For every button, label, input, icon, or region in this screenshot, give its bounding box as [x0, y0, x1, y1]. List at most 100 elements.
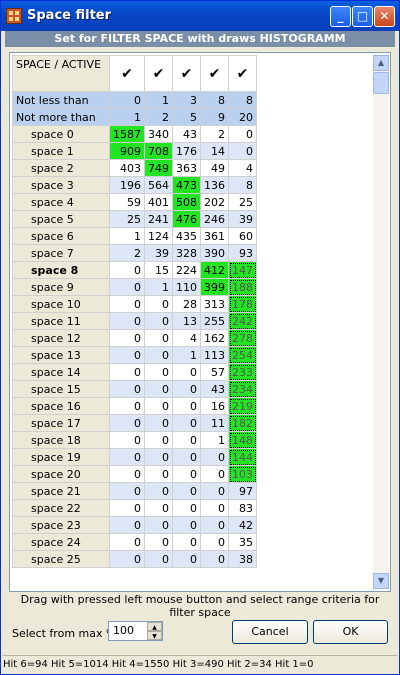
- histogram-cell[interactable]: 246: [200, 210, 229, 228]
- space-row[interactable]: space 12 0 0 4 162 278: [12, 329, 257, 347]
- histogram-cell[interactable]: 1587: [109, 125, 145, 143]
- config-value-cell[interactable]: 1: [144, 91, 173, 109]
- histogram-cell[interactable]: 0: [109, 465, 145, 483]
- space-row[interactable]: space 20 0 0 0 0 103: [12, 465, 257, 483]
- histogram-cell[interactable]: 147: [228, 261, 257, 279]
- histogram-cell[interactable]: 0: [144, 431, 173, 449]
- title-bar[interactable]: Space filter _ □ ✕: [1, 1, 399, 31]
- histogram-cell[interactable]: 0: [144, 516, 173, 534]
- space-row[interactable]: space 18 0 0 0 1 148: [12, 431, 257, 449]
- histogram-cell[interactable]: 15: [144, 261, 173, 279]
- histogram-cell[interactable]: 196: [109, 176, 145, 194]
- histogram-cell[interactable]: 233: [228, 363, 257, 381]
- histogram-cell[interactable]: 0: [200, 533, 229, 551]
- histogram-cell[interactable]: 1: [172, 346, 201, 364]
- active-check-icon[interactable]: ✔: [109, 55, 145, 92]
- histogram-cell[interactable]: 176: [172, 142, 201, 160]
- histogram-cell[interactable]: 25: [109, 210, 145, 228]
- histogram-cell[interactable]: 103: [228, 465, 257, 483]
- histogram-cell[interactable]: 0: [172, 499, 201, 517]
- histogram-cell[interactable]: 43: [172, 125, 201, 143]
- config-value-cell[interactable]: 3: [172, 91, 201, 109]
- histogram-cell[interactable]: 0: [144, 533, 173, 551]
- histogram-cell[interactable]: 0: [144, 448, 173, 466]
- histogram-cell[interactable]: 361: [200, 227, 229, 245]
- histogram-cell[interactable]: 162: [200, 329, 229, 347]
- histogram-cell[interactable]: 219: [228, 397, 257, 415]
- histogram-cell[interactable]: 38: [228, 550, 257, 568]
- space-row[interactable]: space 5 25 241 476 246 39: [12, 210, 257, 228]
- histogram-cell[interactable]: 0: [109, 363, 145, 381]
- histogram-cell[interactable]: 1: [144, 278, 173, 296]
- histogram-cell[interactable]: 136: [200, 176, 229, 194]
- histogram-cell[interactable]: 0: [172, 516, 201, 534]
- space-row[interactable]: space 19 0 0 0 0 144: [12, 448, 257, 466]
- maximize-icon[interactable]: □: [352, 6, 373, 27]
- close-icon[interactable]: ✕: [374, 6, 395, 27]
- histogram-cell[interactable]: 59: [109, 193, 145, 211]
- histogram-cell[interactable]: 14: [200, 142, 229, 160]
- histogram-cell[interactable]: 278: [228, 329, 257, 347]
- histogram-cell[interactable]: 363: [172, 159, 201, 177]
- active-check-icon[interactable]: ✔: [228, 55, 257, 92]
- histogram-cell[interactable]: 508: [172, 193, 201, 211]
- space-row[interactable]: space 0 1587 340 43 2 0: [12, 125, 257, 143]
- config-value-cell[interactable]: 8: [200, 91, 229, 109]
- histogram-cell[interactable]: 144: [228, 448, 257, 466]
- histogram-cell[interactable]: 0: [200, 499, 229, 517]
- histogram-cell[interactable]: 564: [144, 176, 173, 194]
- histogram-cell[interactable]: 0: [144, 329, 173, 347]
- histogram-cell[interactable]: 412: [200, 261, 229, 279]
- space-row[interactable]: space 13 0 0 1 113 254: [12, 346, 257, 364]
- histogram-cell[interactable]: 0: [109, 295, 145, 313]
- config-value-cell[interactable]: 2: [144, 108, 173, 126]
- histogram-cell[interactable]: 0: [200, 448, 229, 466]
- space-row[interactable]: space 1 909 708 176 14 0: [12, 142, 257, 160]
- histogram-cell[interactable]: 49: [200, 159, 229, 177]
- scroll-thumb[interactable]: [373, 72, 389, 94]
- histogram-cell[interactable]: 0: [172, 465, 201, 483]
- spin-down-icon[interactable]: ▼: [147, 631, 162, 640]
- histogram-cell[interactable]: 0: [172, 550, 201, 568]
- config-value-cell[interactable]: 1: [109, 108, 145, 126]
- histogram-cell[interactable]: 0: [172, 431, 201, 449]
- histogram-cell[interactable]: 708: [144, 142, 173, 160]
- histogram-cell[interactable]: 2: [109, 244, 145, 262]
- space-row[interactable]: space 15 0 0 0 43 234: [12, 380, 257, 398]
- histogram-cell[interactable]: 0: [109, 312, 145, 330]
- histogram-cell[interactable]: 0: [172, 533, 201, 551]
- histogram-cell[interactable]: 0: [109, 261, 145, 279]
- histogram-cell[interactable]: 25: [228, 193, 257, 211]
- histogram-cell[interactable]: 254: [228, 346, 257, 364]
- histogram-cell[interactable]: 39: [228, 210, 257, 228]
- space-row[interactable]: space 4 59 401 508 202 25: [12, 193, 257, 211]
- space-row[interactable]: space 25 0 0 0 0 38: [12, 550, 257, 568]
- spin-up-icon[interactable]: ▲: [147, 622, 162, 631]
- histogram-cell[interactable]: 0: [172, 414, 201, 432]
- histogram-cell[interactable]: 0: [144, 482, 173, 500]
- histogram-cell[interactable]: 178: [228, 295, 257, 313]
- histogram-cell[interactable]: 83: [228, 499, 257, 517]
- histogram-cell[interactable]: 224: [172, 261, 201, 279]
- histogram-cell[interactable]: 0: [109, 482, 145, 500]
- histogram-cell[interactable]: 435: [172, 227, 201, 245]
- histogram-cell[interactable]: 0: [109, 499, 145, 517]
- histogram-cell[interactable]: 43: [200, 380, 229, 398]
- histogram-cell[interactable]: 188: [228, 278, 257, 296]
- config-value-cell[interactable]: 0: [109, 91, 145, 109]
- active-check-icon[interactable]: ✔: [172, 55, 201, 92]
- histogram-cell[interactable]: 0: [144, 465, 173, 483]
- space-row[interactable]: space 23 0 0 0 0 42: [12, 516, 257, 534]
- histogram-cell[interactable]: 93: [228, 244, 257, 262]
- histogram-cell[interactable]: 0: [200, 482, 229, 500]
- space-row[interactable]: space 9 0 1 110 399 188: [12, 278, 257, 296]
- histogram-cell[interactable]: 60: [228, 227, 257, 245]
- histogram-cell[interactable]: 403: [109, 159, 145, 177]
- space-row[interactable]: space 11 0 0 13 255 242: [12, 312, 257, 330]
- histogram-cell[interactable]: 749: [144, 159, 173, 177]
- histogram-cell[interactable]: 0: [109, 397, 145, 415]
- histogram-cell[interactable]: 57: [200, 363, 229, 381]
- histogram-cell[interactable]: 0: [109, 278, 145, 296]
- histogram-cell[interactable]: 0: [200, 550, 229, 568]
- active-check-icon[interactable]: ✔: [200, 55, 229, 92]
